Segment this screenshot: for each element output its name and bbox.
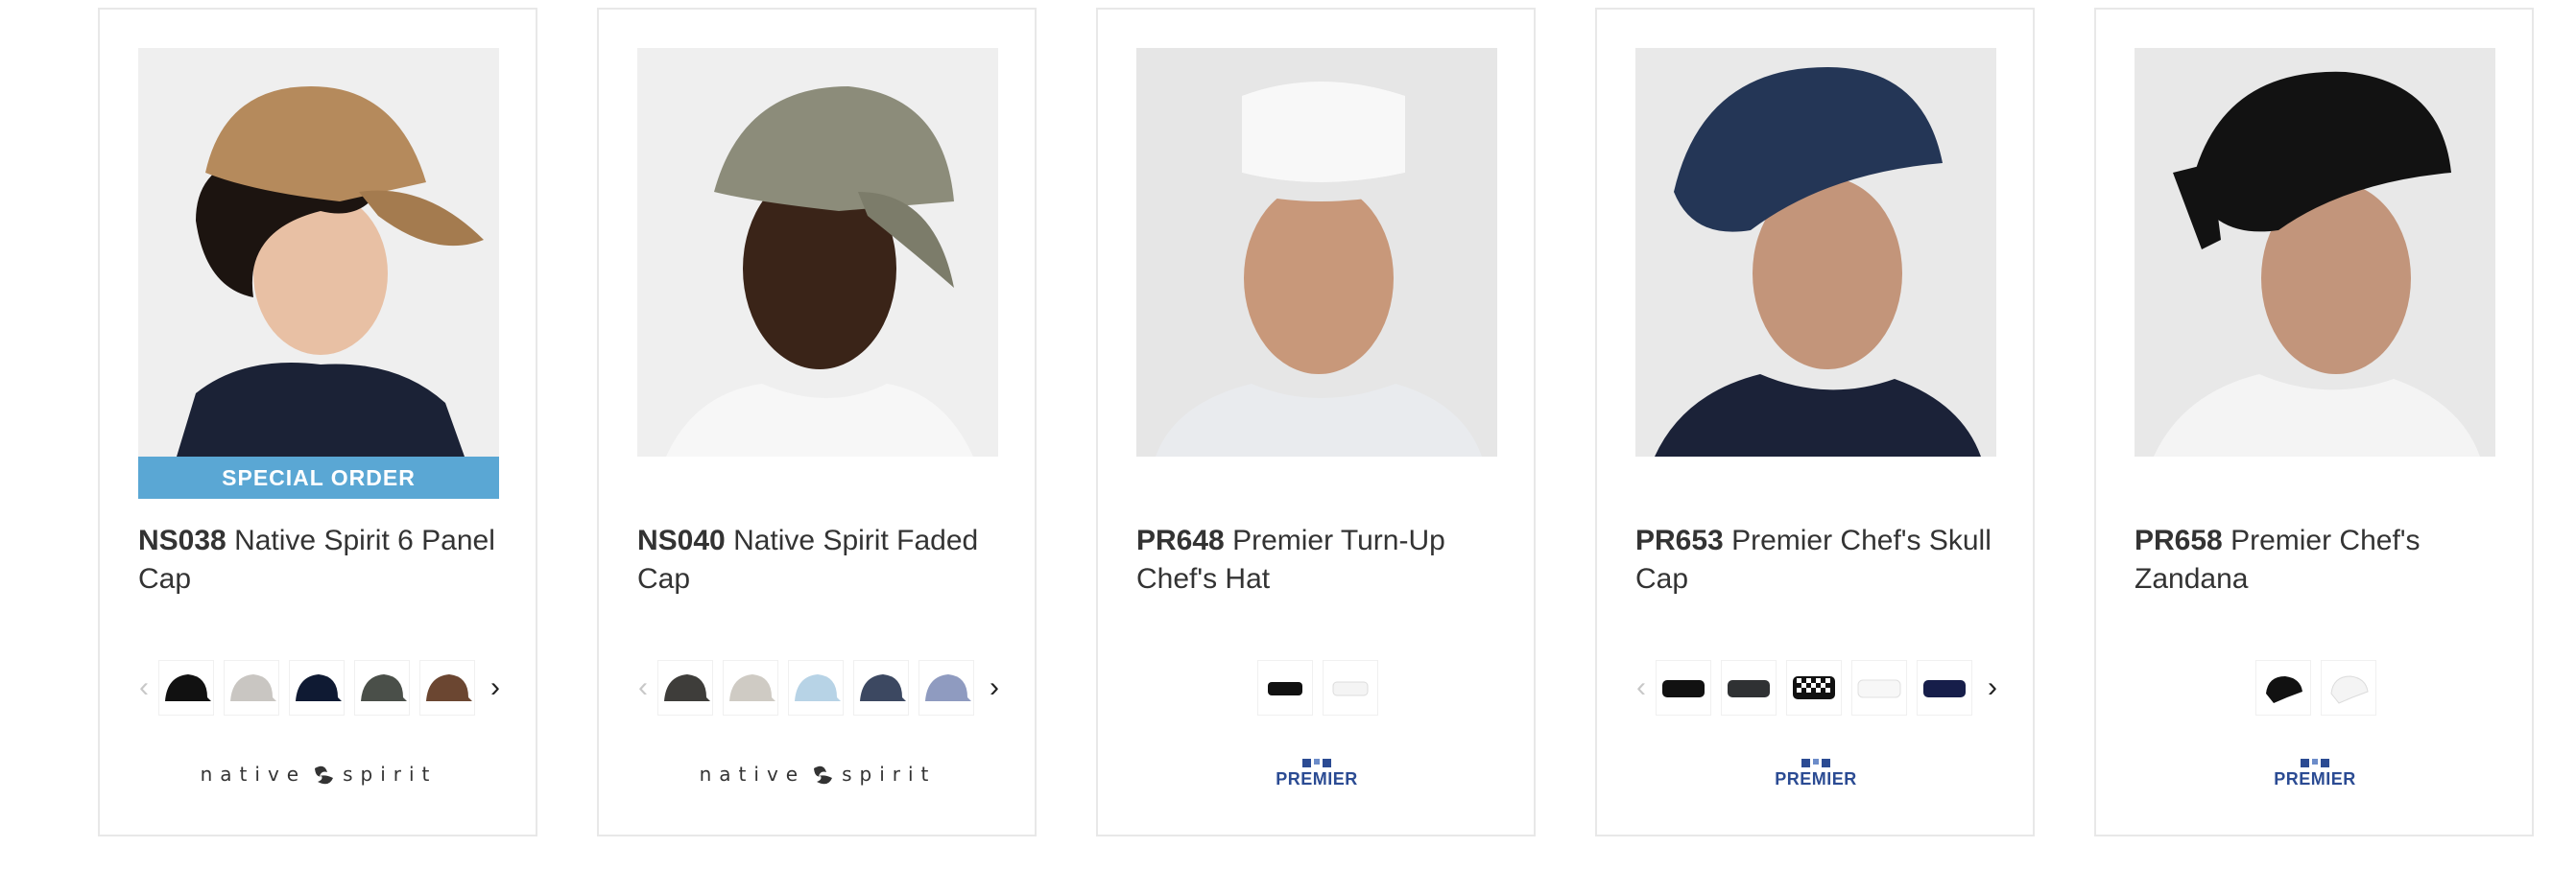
swatch-next-arrow[interactable]: › [1978,671,2007,704]
product-card[interactable]: PR648 Premier Turn-Up Chef's Hat PREMIER [1096,8,1536,836]
brand-logo-premier[interactable]: PREMIER [1635,748,1996,800]
swatch-white[interactable] [2321,660,2376,716]
product-image[interactable] [138,48,499,457]
product-image[interactable] [2135,48,2495,457]
product-image[interactable] [637,48,998,457]
swatch-navy[interactable] [289,660,345,716]
swatch-lavender[interactable] [918,660,974,716]
swatch-prev-arrow[interactable]: ‹ [130,671,158,704]
swatch-black[interactable] [1257,660,1313,716]
swatch-white[interactable] [1323,660,1378,716]
color-swatches: ‹ › [119,654,520,721]
product-grid: SPECIAL ORDER NS038 Native Spirit 6 Pane… [0,0,2576,871]
brand-logo-native-spirit[interactable]: native spirit [637,748,998,800]
product-code: NS040 [637,525,726,556]
swatch-black[interactable] [158,660,214,716]
brand-wordmark: PREMIER [2274,759,2356,789]
swatch-next-arrow[interactable]: › [980,671,1009,704]
color-swatches: ‹ › [1616,654,2017,721]
swatch-denim[interactable] [853,660,909,716]
product-code: NS038 [138,525,227,556]
product-code: PR658 [2135,525,2223,556]
product-code: PR648 [1136,525,1225,556]
brand-logo-native-spirit[interactable]: native spirit [138,748,499,800]
color-swatches [1117,654,1518,721]
product-code: PR653 [1635,525,1724,556]
swatch-grey[interactable] [224,660,279,716]
swatch-light-blue[interactable] [788,660,844,716]
swatch-charcoal[interactable] [657,660,713,716]
swatch-prev-arrow[interactable]: ‹ [629,671,657,704]
special-order-badge: SPECIAL ORDER [138,457,499,499]
swatch-track [2155,660,2477,716]
swatch-black[interactable] [2255,660,2311,716]
swatch-brown[interactable] [419,660,475,716]
product-image[interactable] [1635,48,1996,457]
product-title[interactable]: NS040 Native Spirit Faded Cap [637,522,1008,599]
swatch-prev-arrow[interactable]: ‹ [1627,671,1656,704]
swatch-track [158,660,481,716]
swatch-track [1157,660,1479,716]
brand-wordmark: PREMIER [1276,759,1358,789]
brand-logo-premier[interactable]: PREMIER [1136,748,1497,800]
product-card[interactable]: SPECIAL ORDER NS038 Native Spirit 6 Pane… [98,8,537,836]
swatch-track [657,660,980,716]
color-swatches: ‹ › [618,654,1019,721]
color-swatches [2115,654,2516,721]
product-title[interactable]: PR653 Premier Chef's Skull Cap [1635,522,2006,599]
brand-logo-premier[interactable]: PREMIER [2135,748,2495,800]
swatch-track [1656,660,1978,716]
swatch-navy[interactable] [1917,660,1972,716]
swatch-white[interactable] [1851,660,1907,716]
product-card[interactable]: NS040 Native Spirit Faded Cap ‹ › native… [597,8,1037,836]
product-card[interactable]: PR658 Premier Chef's Zandana PREMIER [2094,8,2534,836]
swatch-dark-green[interactable] [354,660,410,716]
product-title[interactable]: PR658 Premier Chef's Zandana [2135,522,2505,599]
product-image[interactable] [1136,48,1497,457]
brand-wordmark: native spirit [200,762,438,786]
swatch-stone[interactable] [723,660,778,716]
brand-wordmark: PREMIER [1775,759,1857,789]
product-card[interactable]: PR653 Premier Chef's Skull Cap ‹ › PREMI… [1595,8,2035,836]
product-title[interactable]: PR648 Premier Turn-Up Chef's Hat [1136,522,1507,599]
swatch-check[interactable] [1786,660,1842,716]
swatch-black[interactable] [1656,660,1711,716]
product-title[interactable]: NS038 Native Spirit 6 Panel Cap [138,522,509,599]
swatch-charcoal[interactable] [1721,660,1777,716]
swatch-next-arrow[interactable]: › [481,671,510,704]
brand-wordmark: native spirit [699,762,937,786]
